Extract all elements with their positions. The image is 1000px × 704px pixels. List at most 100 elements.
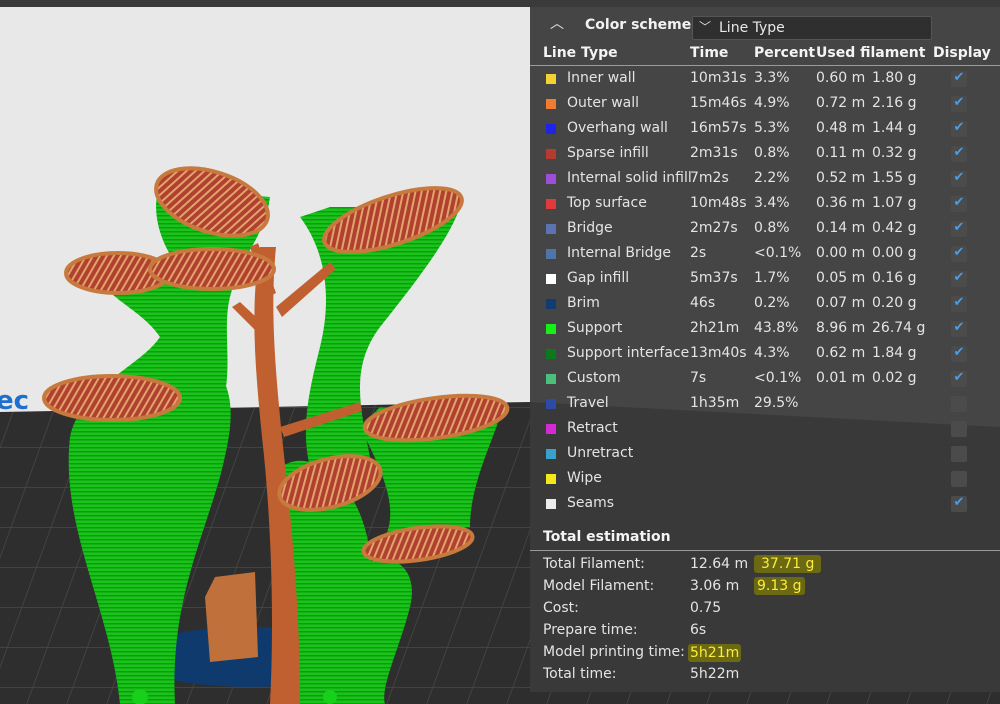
line-type-row[interactable]: Inner wall 10m31s 3.3% 0.60 m 1.80 g ✔ (530, 67, 1000, 92)
line-type-row[interactable]: Outer wall 15m46s 4.9% 0.72 m 2.16 g ✔ (530, 92, 1000, 117)
line-type-percent: 1.7% (754, 270, 790, 286)
line-type-row[interactable]: Support 2h21m 43.8% 8.96 m 26.74 g ✔ (530, 317, 1000, 342)
display-checkbox[interactable]: ✔ (951, 145, 967, 162)
checkmark-icon: ✔ (953, 295, 965, 310)
line-type-length: 0.01 m (816, 370, 866, 386)
checkmark-icon: ✔ (953, 120, 965, 135)
cost-label: Cost: (543, 600, 579, 616)
line-type-name: Top surface (567, 195, 647, 211)
line-type-name: Unretract (567, 445, 634, 461)
line-type-time: 10m48s (690, 195, 747, 211)
legend-panel: ︿ Color scheme ﹀ Line Type Line Type Tim… (530, 7, 1000, 692)
total-time-label: Total time: (543, 666, 617, 682)
display-checkbox[interactable] (951, 446, 967, 462)
color-scheme-dropdown[interactable]: ﹀ Line Type (692, 16, 932, 40)
line-type-row[interactable]: Support interface 13m40s 4.3% 0.62 m 1.84 g ✔ (530, 342, 1000, 367)
line-type-length: 0.14 m (816, 220, 866, 236)
model-filament-row: Model Filament: 3.06 m 9.13 g (530, 576, 1000, 598)
checkmark-icon: ✔ (953, 320, 965, 335)
cost-value: 0.75 (690, 600, 722, 616)
line-type-length: 0.48 m (816, 120, 866, 136)
display-checkbox[interactable]: ✔ (951, 345, 967, 362)
model-filament-length: 3.06 m (690, 578, 740, 594)
line-type-name: Bridge (567, 220, 613, 236)
line-type-weight: 0.20 g (872, 295, 917, 311)
checkmark-icon: ✔ (953, 370, 965, 385)
color-swatch (546, 324, 556, 334)
line-type-weight: 0.42 g (872, 220, 917, 236)
line-type-percent: <0.1% (754, 245, 802, 261)
color-swatch (546, 274, 556, 284)
total-filament-label: Total Filament: (543, 556, 645, 572)
display-checkbox[interactable]: ✔ (951, 70, 967, 87)
line-type-name: Wipe (567, 470, 602, 486)
color-swatch (546, 499, 556, 509)
header-display: Display (933, 45, 991, 61)
color-swatch (546, 399, 556, 409)
display-checkbox[interactable]: ✔ (951, 320, 967, 337)
line-type-row[interactable]: Sparse infill 2m31s 0.8% 0.11 m 0.32 g ✔ (530, 142, 1000, 167)
display-checkbox[interactable]: ✔ (951, 170, 967, 187)
line-type-row[interactable]: Top surface 10m48s 3.4% 0.36 m 1.07 g ✔ (530, 192, 1000, 217)
line-type-name: Sparse infill (567, 145, 649, 161)
line-type-weight: 26.74 g (872, 320, 926, 336)
line-type-percent: 0.2% (754, 295, 790, 311)
line-type-row[interactable]: Seams ✔ (530, 492, 1000, 517)
color-swatch (546, 174, 556, 184)
model-printing-time-value: 5h21m (688, 644, 742, 662)
color-swatch (546, 249, 556, 259)
checkmark-icon: ✔ (953, 245, 965, 260)
display-checkbox[interactable]: ✔ (951, 195, 967, 212)
display-checkbox[interactable]: ✔ (951, 95, 967, 112)
line-type-length: 0.07 m (816, 295, 866, 311)
display-checkbox[interactable] (951, 471, 967, 487)
line-type-row[interactable]: Internal Bridge 2s <0.1% 0.00 m 0.00 g ✔ (530, 242, 1000, 267)
color-swatch (546, 149, 556, 159)
line-type-row[interactable]: Retract (530, 417, 1000, 442)
display-checkbox[interactable] (951, 421, 967, 437)
line-type-name: Gap infill (567, 270, 630, 286)
line-type-row[interactable]: Internal solid infill 7m2s 2.2% 0.52 m 1.55 … (530, 167, 1000, 192)
display-checkbox[interactable]: ✔ (951, 495, 967, 512)
line-type-row[interactable]: Overhang wall 16m57s 5.3% 0.48 m 1.44 g ✔ (530, 117, 1000, 142)
line-type-row[interactable]: Unretract (530, 442, 1000, 467)
line-type-time: 2s (690, 245, 707, 261)
line-type-row[interactable]: Travel 1h35m 29.5% (530, 392, 1000, 417)
display-checkbox[interactable]: ✔ (951, 370, 967, 387)
model-filament-label: Model Filament: (543, 578, 655, 594)
prepare-time-label: Prepare time: (543, 622, 638, 638)
line-type-row[interactable]: Bridge 2m27s 0.8% 0.14 m 0.42 g ✔ (530, 217, 1000, 242)
display-checkbox[interactable] (951, 396, 967, 412)
line-type-weight: 0.16 g (872, 270, 917, 286)
total-filament-weight: 37.71 g (754, 555, 822, 573)
line-type-length: 0.62 m (816, 345, 866, 361)
line-type-percent: 3.4% (754, 195, 790, 211)
line-type-name: Overhang wall (567, 120, 668, 136)
model-printing-time-label: Model printing time: (543, 644, 685, 660)
line-type-length: 0.36 m (816, 195, 866, 211)
line-type-percent: 29.5% (754, 395, 799, 411)
line-type-row[interactable]: Gap infill 5m37s 1.7% 0.05 m 0.16 g ✔ (530, 267, 1000, 292)
display-checkbox[interactable]: ✔ (951, 245, 967, 262)
display-checkbox[interactable]: ✔ (951, 295, 967, 312)
checkmark-icon: ✔ (953, 220, 965, 235)
line-type-name: Outer wall (567, 95, 640, 111)
line-type-row[interactable]: Wipe (530, 467, 1000, 492)
checkmark-icon: ✔ (953, 145, 965, 160)
line-type-weight: 2.16 g (872, 95, 917, 111)
collapse-chevron-icon[interactable]: ︿ (548, 15, 566, 33)
line-type-time: 7s (690, 370, 707, 386)
color-swatch (546, 199, 556, 209)
header-divider (530, 65, 1000, 66)
header-line-type: Line Type (543, 45, 618, 61)
line-type-row[interactable]: Brim 46s 0.2% 0.07 m 0.20 g ✔ (530, 292, 1000, 317)
display-checkbox[interactable]: ✔ (951, 120, 967, 137)
line-type-weight: 0.02 g (872, 370, 917, 386)
checkmark-icon: ✔ (953, 495, 965, 510)
line-type-weight: 1.07 g (872, 195, 917, 211)
color-swatch (546, 474, 556, 484)
display-checkbox[interactable]: ✔ (951, 270, 967, 287)
display-checkbox[interactable]: ✔ (951, 220, 967, 237)
line-type-row[interactable]: Custom 7s <0.1% 0.01 m 0.02 g ✔ (530, 367, 1000, 392)
chevron-down-icon: ﹀ (699, 20, 712, 34)
